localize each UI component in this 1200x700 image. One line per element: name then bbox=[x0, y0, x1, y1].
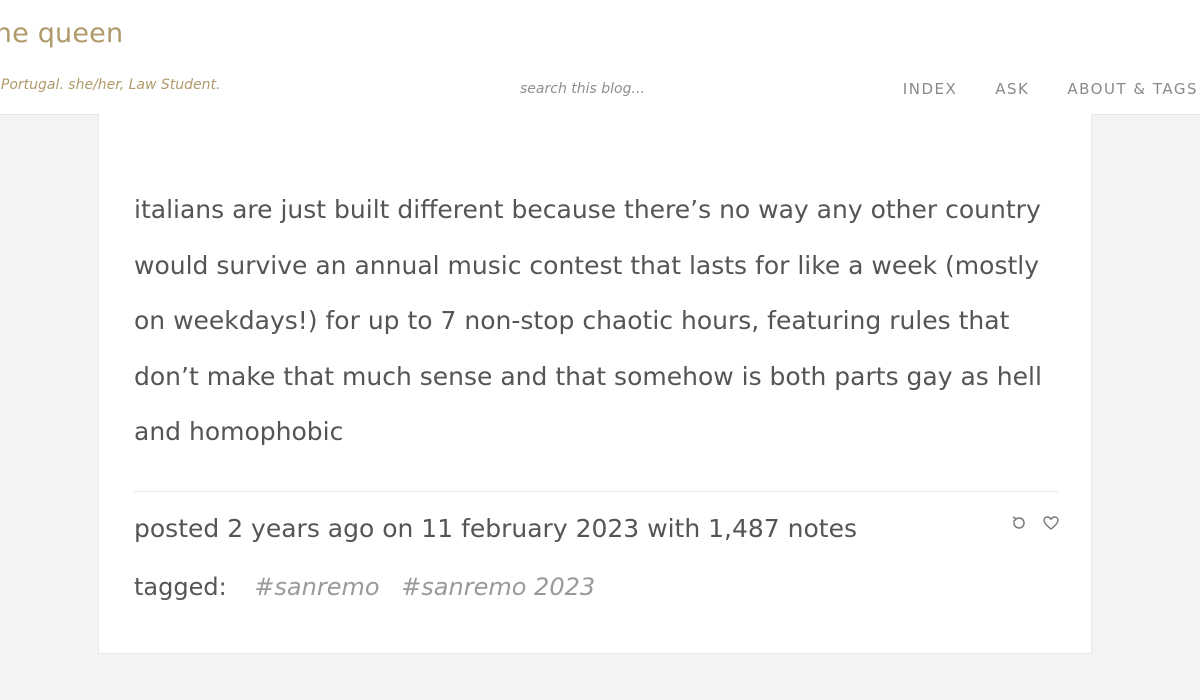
blog-header: ene queen , Portugal. she/her, Law Stude… bbox=[0, 0, 1200, 115]
nav-ask-link[interactable]: ASK bbox=[995, 80, 1029, 98]
post-tags: tagged: #sanremo #sanremo 2023 bbox=[134, 573, 595, 601]
blog-title[interactable]: ene queen bbox=[0, 18, 123, 49]
blog-description: , Portugal. she/her, Law Student. bbox=[0, 77, 221, 93]
post-body-text: italians are just built different becaus… bbox=[134, 195, 1042, 446]
post-meta[interactable]: posted 2 years ago on 11 february 2023 w… bbox=[134, 514, 857, 543]
search-input[interactable] bbox=[520, 78, 780, 100]
nav-index-link[interactable]: INDEX bbox=[903, 80, 957, 98]
heart-icon[interactable] bbox=[1042, 514, 1060, 532]
post-divider bbox=[134, 491, 1058, 492]
tagged-label: tagged: bbox=[134, 573, 227, 601]
tag-link-sanremo[interactable]: #sanremo bbox=[254, 573, 379, 601]
reblog-icon[interactable] bbox=[1010, 514, 1028, 532]
nav-about-tags-link[interactable]: ABOUT & TAGS bbox=[1067, 80, 1198, 98]
post-actions bbox=[1010, 514, 1060, 532]
post-card: italians are just built different becaus… bbox=[98, 114, 1092, 654]
top-nav: INDEX ASK ABOUT & TAGS bbox=[903, 80, 1198, 98]
tag-link-sanremo-2023[interactable]: #sanremo 2023 bbox=[401, 573, 595, 601]
